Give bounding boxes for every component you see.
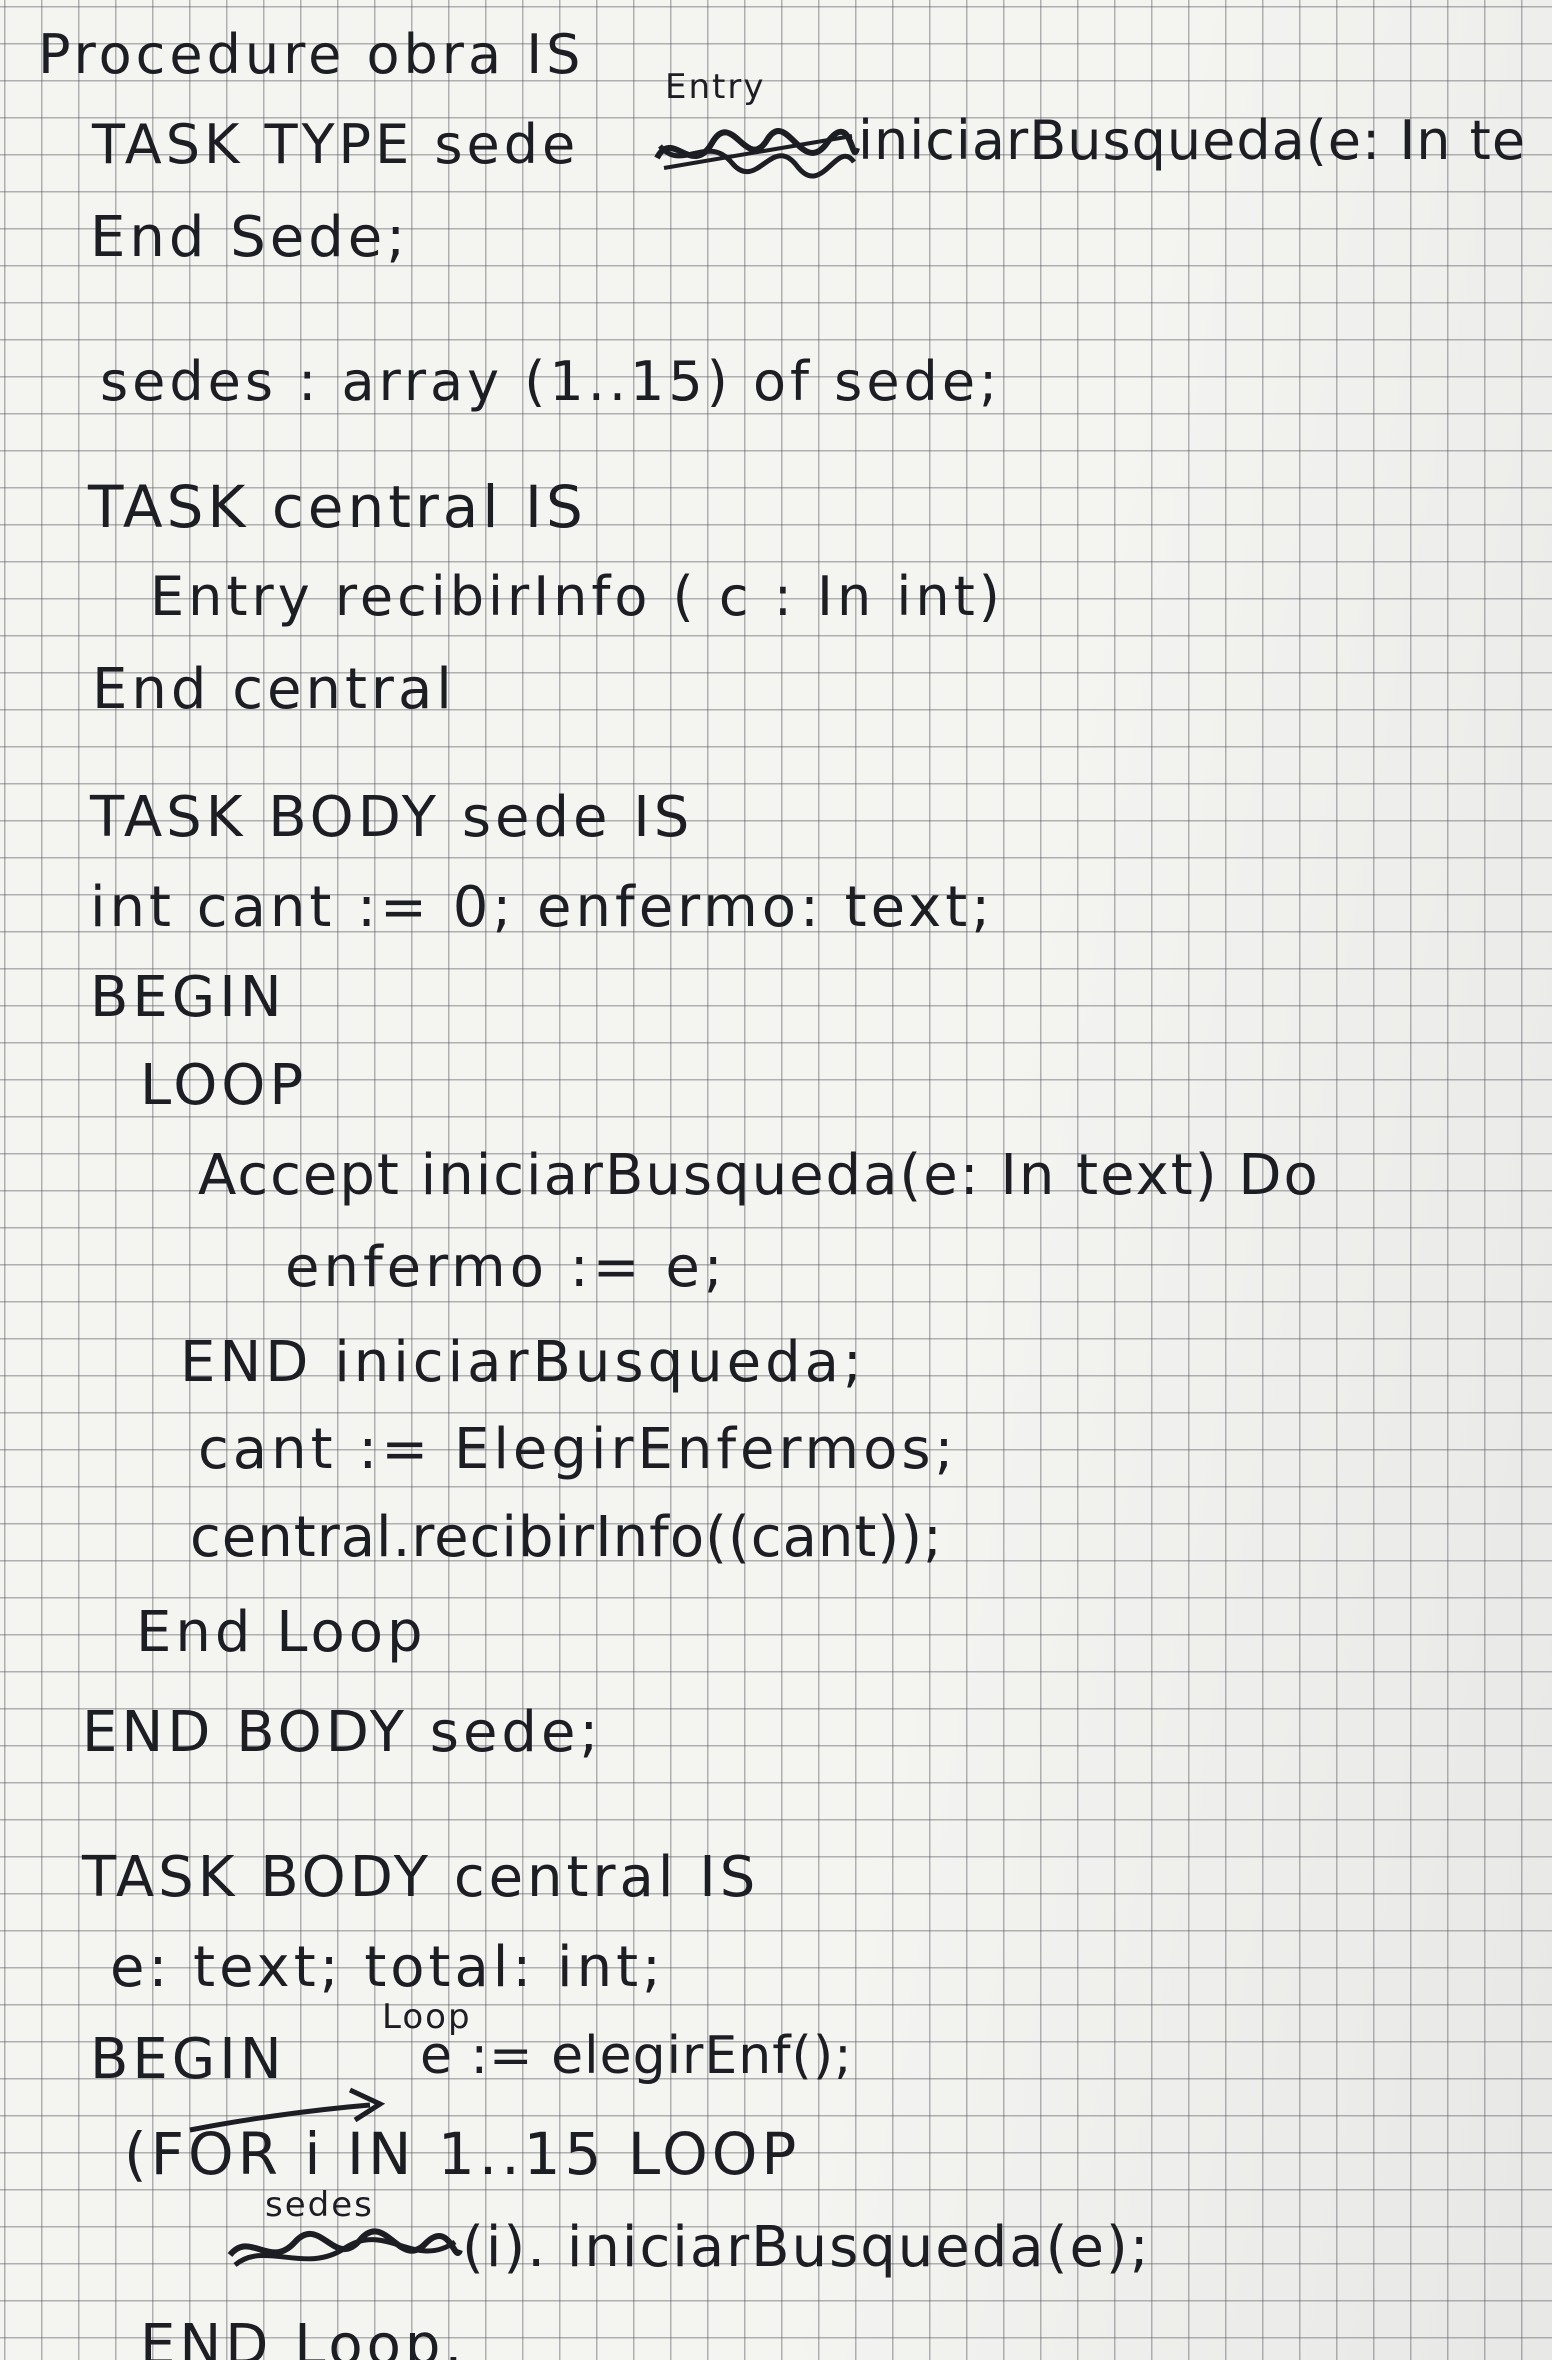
code-line-enfermo-assign: enfermo := e; — [285, 1235, 727, 1300]
code-line-end-loop-central: END Loop. — [140, 2313, 467, 2360]
code-line-entry-recibir: Entry recibirInfo ( c : In int) — [150, 565, 1004, 628]
code-line-sedes-iniciar: (i). iniciarBusqueda(e); — [462, 2215, 1151, 2280]
annotation-entry: Entry — [665, 67, 766, 107]
code-line-end-body-sede: END BODY sede; — [82, 1700, 603, 1765]
code-line-task-body-central: TASK BODY central IS — [82, 1845, 760, 1910]
code-line-task-central: TASK central IS — [88, 473, 587, 541]
code-line-entry-iniciar: iniciarBusqueda(e: In te — [858, 109, 1527, 172]
code-line-e-assign: e := elegirEnf(); — [420, 2026, 853, 2086]
code-line-int-cant: int cant := 0; enfermo: text; — [90, 875, 995, 940]
code-line-task-body-sede: TASK BODY sede IS — [90, 785, 694, 850]
code-line-central-recibir: central.recibirInfo((cant)); — [190, 1505, 943, 1570]
code-line-task-type: TASK TYPE sede — [92, 113, 580, 176]
code-line-end-sede: End Sede; — [90, 205, 410, 270]
code-line-end-iniciar: END iniciarBusqueda; — [180, 1330, 866, 1395]
code-line-cant-assign: cant := ElegirEnfermos; — [198, 1417, 958, 1482]
code-line-for-loop: (FOR i IN 1..15 LOOP — [124, 2120, 801, 2188]
code-line-begin-central: BEGIN — [90, 2027, 286, 2092]
crossed-out-word-scribble — [654, 128, 860, 179]
grid-paper-sheet: Procedure obra IS Entry TASK TYPE sede i… — [0, 0, 1552, 2360]
crossed-out-central-scribble — [227, 2228, 463, 2268]
code-line-accept: Accept iniciarBusqueda(e: In text) Do — [198, 1143, 1320, 1208]
code-line-e-total: e: text; total: int; — [110, 1935, 665, 2000]
code-line-sedes-array: sedes : array (1..15) of sede; — [100, 350, 1002, 413]
code-line-procedure: Procedure obra IS — [38, 23, 585, 86]
annotation-sedes: sedes — [265, 2185, 374, 2225]
code-line-end-central: End central — [92, 657, 456, 722]
code-line-loop: LOOP — [140, 1053, 308, 1118]
code-line-end-loop: End Loop — [136, 1600, 427, 1665]
code-line-begin-sede: BEGIN — [90, 965, 286, 1030]
